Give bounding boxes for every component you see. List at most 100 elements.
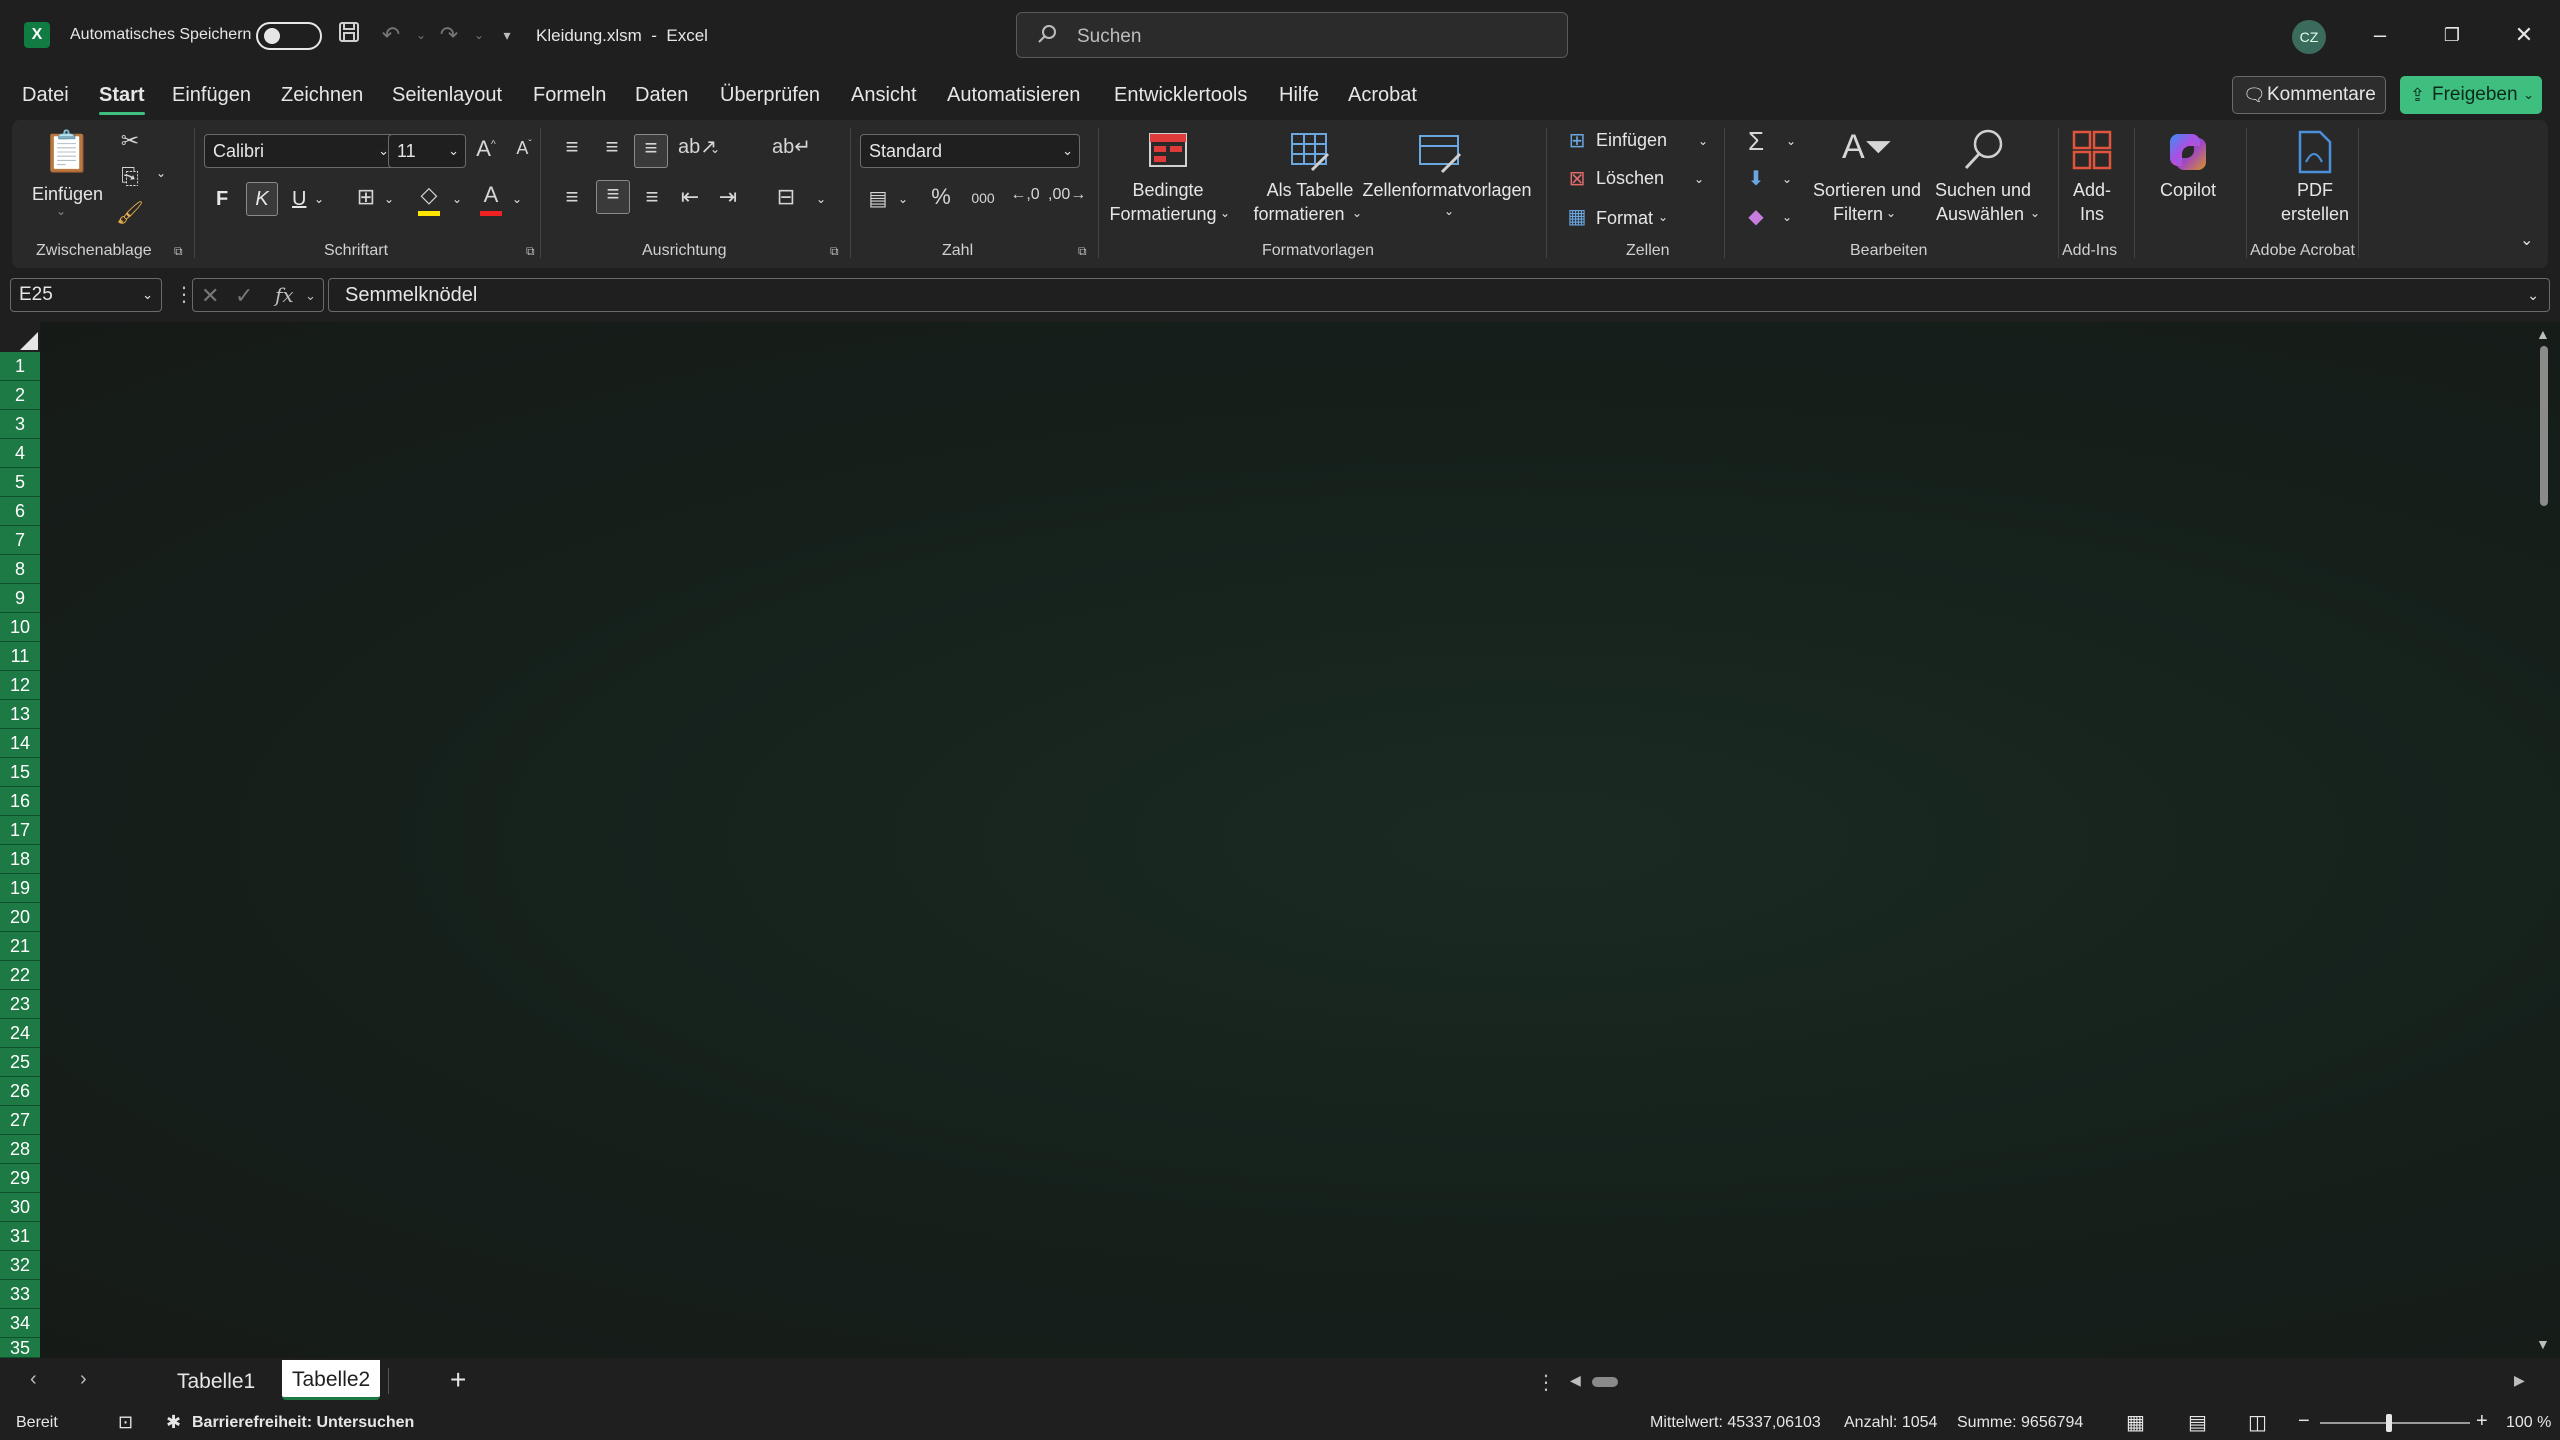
font-size-select[interactable]: 11 ⌄ bbox=[388, 134, 466, 168]
close-icon[interactable]: ✕ bbox=[2504, 20, 2544, 50]
fill-color-icon[interactable]: ◇ bbox=[414, 182, 444, 218]
share-button[interactable]: ⇪ Freigeben ⌄ bbox=[2400, 76, 2542, 114]
sort-filter-line1[interactable]: Sortieren und bbox=[1812, 178, 1922, 202]
tab-automatisieren[interactable]: Automatisieren bbox=[947, 84, 1080, 107]
undo-icon[interactable]: ↶ bbox=[376, 20, 406, 50]
addins-line1[interactable]: Add- bbox=[2064, 178, 2120, 202]
next-sheet-icon[interactable]: › bbox=[80, 1368, 87, 1391]
row-header[interactable]: 20 bbox=[0, 903, 40, 932]
increase-decimal-icon[interactable]: ←,0 bbox=[1008, 186, 1042, 204]
tab-daten[interactable]: Daten bbox=[635, 84, 688, 107]
thousands-separator-icon[interactable]: 000 bbox=[966, 190, 1000, 206]
select-all-button[interactable] bbox=[0, 322, 40, 352]
zoom-slider-thumb[interactable] bbox=[2386, 1414, 2392, 1432]
align-right-icon[interactable]: ≡ bbox=[638, 184, 666, 210]
copilot-label[interactable]: Copilot bbox=[2150, 178, 2226, 202]
merge-dropdown-icon[interactable]: ⌄ bbox=[816, 192, 826, 206]
format-as-table-icon[interactable] bbox=[1288, 130, 1332, 174]
clipboard-launcher-icon[interactable]: ⧉ bbox=[174, 244, 183, 259]
tab-seitenlayout[interactable]: Seitenlayout bbox=[392, 84, 502, 107]
addins-line2[interactable]: Ins bbox=[2064, 202, 2120, 226]
align-left-icon[interactable]: ≡ bbox=[558, 184, 586, 210]
cut-icon[interactable]: ✂ bbox=[116, 128, 144, 154]
row-header[interactable]: 34 bbox=[0, 1309, 40, 1338]
align-middle-icon[interactable]: ≡ bbox=[598, 134, 626, 160]
expand-formula-bar-icon[interactable]: ⌄ bbox=[2527, 279, 2539, 311]
zoom-level[interactable]: 100 % bbox=[2506, 1414, 2551, 1432]
sheet-options-icon[interactable]: ⋮ bbox=[1536, 1370, 1556, 1395]
insert-cells-label[interactable]: Einfügen bbox=[1596, 130, 1667, 151]
accessibility-check[interactable]: Barrierefreiheit: Untersuchen bbox=[192, 1414, 414, 1432]
tab-hilfe[interactable]: Hilfe bbox=[1279, 84, 1319, 107]
align-bottom-icon[interactable]: ≡ bbox=[634, 134, 668, 168]
avatar[interactable]: CZ bbox=[2292, 20, 2326, 54]
copilot-icon[interactable] bbox=[2164, 128, 2212, 176]
font-color-dropdown-icon[interactable]: ⌄ bbox=[512, 192, 522, 206]
tab-einfuegen[interactable]: Einfügen bbox=[172, 84, 251, 107]
formula-input[interactable]: Semmelknödel ⌄ bbox=[328, 278, 2550, 312]
row-header[interactable]: 12 bbox=[0, 671, 40, 700]
orientation-icon[interactable]: ab↗ bbox=[678, 134, 717, 159]
row-header[interactable]: 4 bbox=[0, 439, 40, 468]
tab-start[interactable]: Start bbox=[99, 84, 145, 115]
decrease-decimal-icon[interactable]: ,00→ bbox=[1048, 186, 1086, 204]
scroll-left-icon[interactable]: ◀ bbox=[1570, 1372, 1581, 1389]
format-cells-label[interactable]: Format bbox=[1596, 208, 1653, 229]
zoom-out-icon[interactable]: − bbox=[2298, 1410, 2310, 1433]
copy-dropdown-icon[interactable]: ⌄ bbox=[156, 166, 166, 180]
row-header[interactable]: 1 bbox=[0, 352, 40, 381]
cell-styles-icon[interactable] bbox=[1416, 130, 1464, 174]
status-average[interactable]: Mittelwert: 45337,06103 bbox=[1650, 1414, 1821, 1432]
row-header[interactable]: 16 bbox=[0, 787, 40, 816]
insert-cells-icon[interactable]: ⊞ bbox=[1564, 128, 1590, 153]
create-pdf-icon[interactable] bbox=[2294, 128, 2334, 176]
add-sheet-icon[interactable]: + bbox=[450, 1364, 466, 1396]
comments-button[interactable]: 🗨 Kommentare bbox=[2232, 76, 2386, 114]
row-header[interactable]: 2 bbox=[0, 381, 40, 410]
fill-color-dropdown-icon[interactable]: ⌄ bbox=[452, 192, 462, 206]
tab-datei[interactable]: Datei bbox=[22, 84, 69, 107]
row-header[interactable]: 6 bbox=[0, 497, 40, 526]
format-as-table-line1[interactable]: Als Tabelle bbox=[1258, 178, 1362, 202]
row-header[interactable]: 23 bbox=[0, 990, 40, 1019]
save-icon[interactable] bbox=[334, 20, 364, 50]
row-header[interactable]: 35 bbox=[0, 1338, 40, 1358]
row-header[interactable]: 26 bbox=[0, 1077, 40, 1106]
shrink-font-icon[interactable]: Aˇ bbox=[510, 138, 538, 159]
bold-button[interactable]: F bbox=[216, 188, 228, 211]
autosave-toggle[interactable] bbox=[256, 22, 322, 50]
row-header[interactable]: 13 bbox=[0, 700, 40, 729]
row-header[interactable]: 19 bbox=[0, 874, 40, 903]
grow-font-icon[interactable]: A^ bbox=[472, 136, 500, 162]
worksheet-grid[interactable]: 1 2 3 4 5 6 7 8 9 10 11 12 13 14 15 16 17 18 19 20 21 22 23 24 2… bbox=[0, 322, 2560, 1358]
row-header[interactable]: 31 bbox=[0, 1222, 40, 1251]
find-select-dropdown-icon[interactable]: ⌄ bbox=[2030, 206, 2040, 220]
more-options-icon[interactable]: ⋮ bbox=[174, 282, 194, 307]
accounting-dropdown-icon[interactable]: ⌄ bbox=[898, 192, 908, 206]
align-top-icon[interactable]: ≡ bbox=[558, 134, 586, 160]
row-header[interactable]: 32 bbox=[0, 1251, 40, 1280]
orientation-dropdown-icon[interactable]: ⌄ bbox=[710, 142, 720, 156]
tab-ueberpruefen[interactable]: Überprüfen bbox=[720, 84, 820, 107]
borders-icon[interactable]: ⊞ bbox=[352, 184, 380, 210]
paste-label[interactable]: Einfügen bbox=[32, 182, 103, 206]
create-pdf-line1[interactable]: PDF bbox=[2278, 178, 2352, 202]
search-input[interactable]: Suchen bbox=[1016, 12, 1568, 58]
row-header[interactable]: 29 bbox=[0, 1164, 40, 1193]
conditional-dropdown-icon[interactable]: ⌄ bbox=[1220, 206, 1230, 220]
row-header[interactable]: 28 bbox=[0, 1135, 40, 1164]
row-header[interactable]: 33 bbox=[0, 1280, 40, 1309]
fill-icon[interactable]: ⬇ bbox=[1742, 166, 1770, 191]
scroll-up-icon[interactable]: ▲ bbox=[2536, 326, 2550, 342]
row-header[interactable]: 25 bbox=[0, 1048, 40, 1077]
tab-entwicklertools[interactable]: Entwicklertools bbox=[1114, 84, 1247, 107]
paste-dropdown-icon[interactable]: ⌄ bbox=[56, 204, 66, 218]
row-header[interactable]: 30 bbox=[0, 1193, 40, 1222]
format-painter-icon[interactable]: 🖌 bbox=[116, 200, 144, 226]
sheet-tab-tabelle2[interactable]: Tabelle2 bbox=[282, 1360, 381, 1400]
cell-styles-dropdown-icon[interactable]: ⌄ bbox=[1444, 204, 1454, 218]
alignment-launcher-icon[interactable]: ⧉ bbox=[830, 244, 839, 259]
sheet-tab-tabelle1[interactable]: Tabelle1 bbox=[177, 1370, 255, 1394]
row-header[interactable]: 21 bbox=[0, 932, 40, 961]
accessibility-icon[interactable]: ✱ bbox=[166, 1412, 181, 1433]
